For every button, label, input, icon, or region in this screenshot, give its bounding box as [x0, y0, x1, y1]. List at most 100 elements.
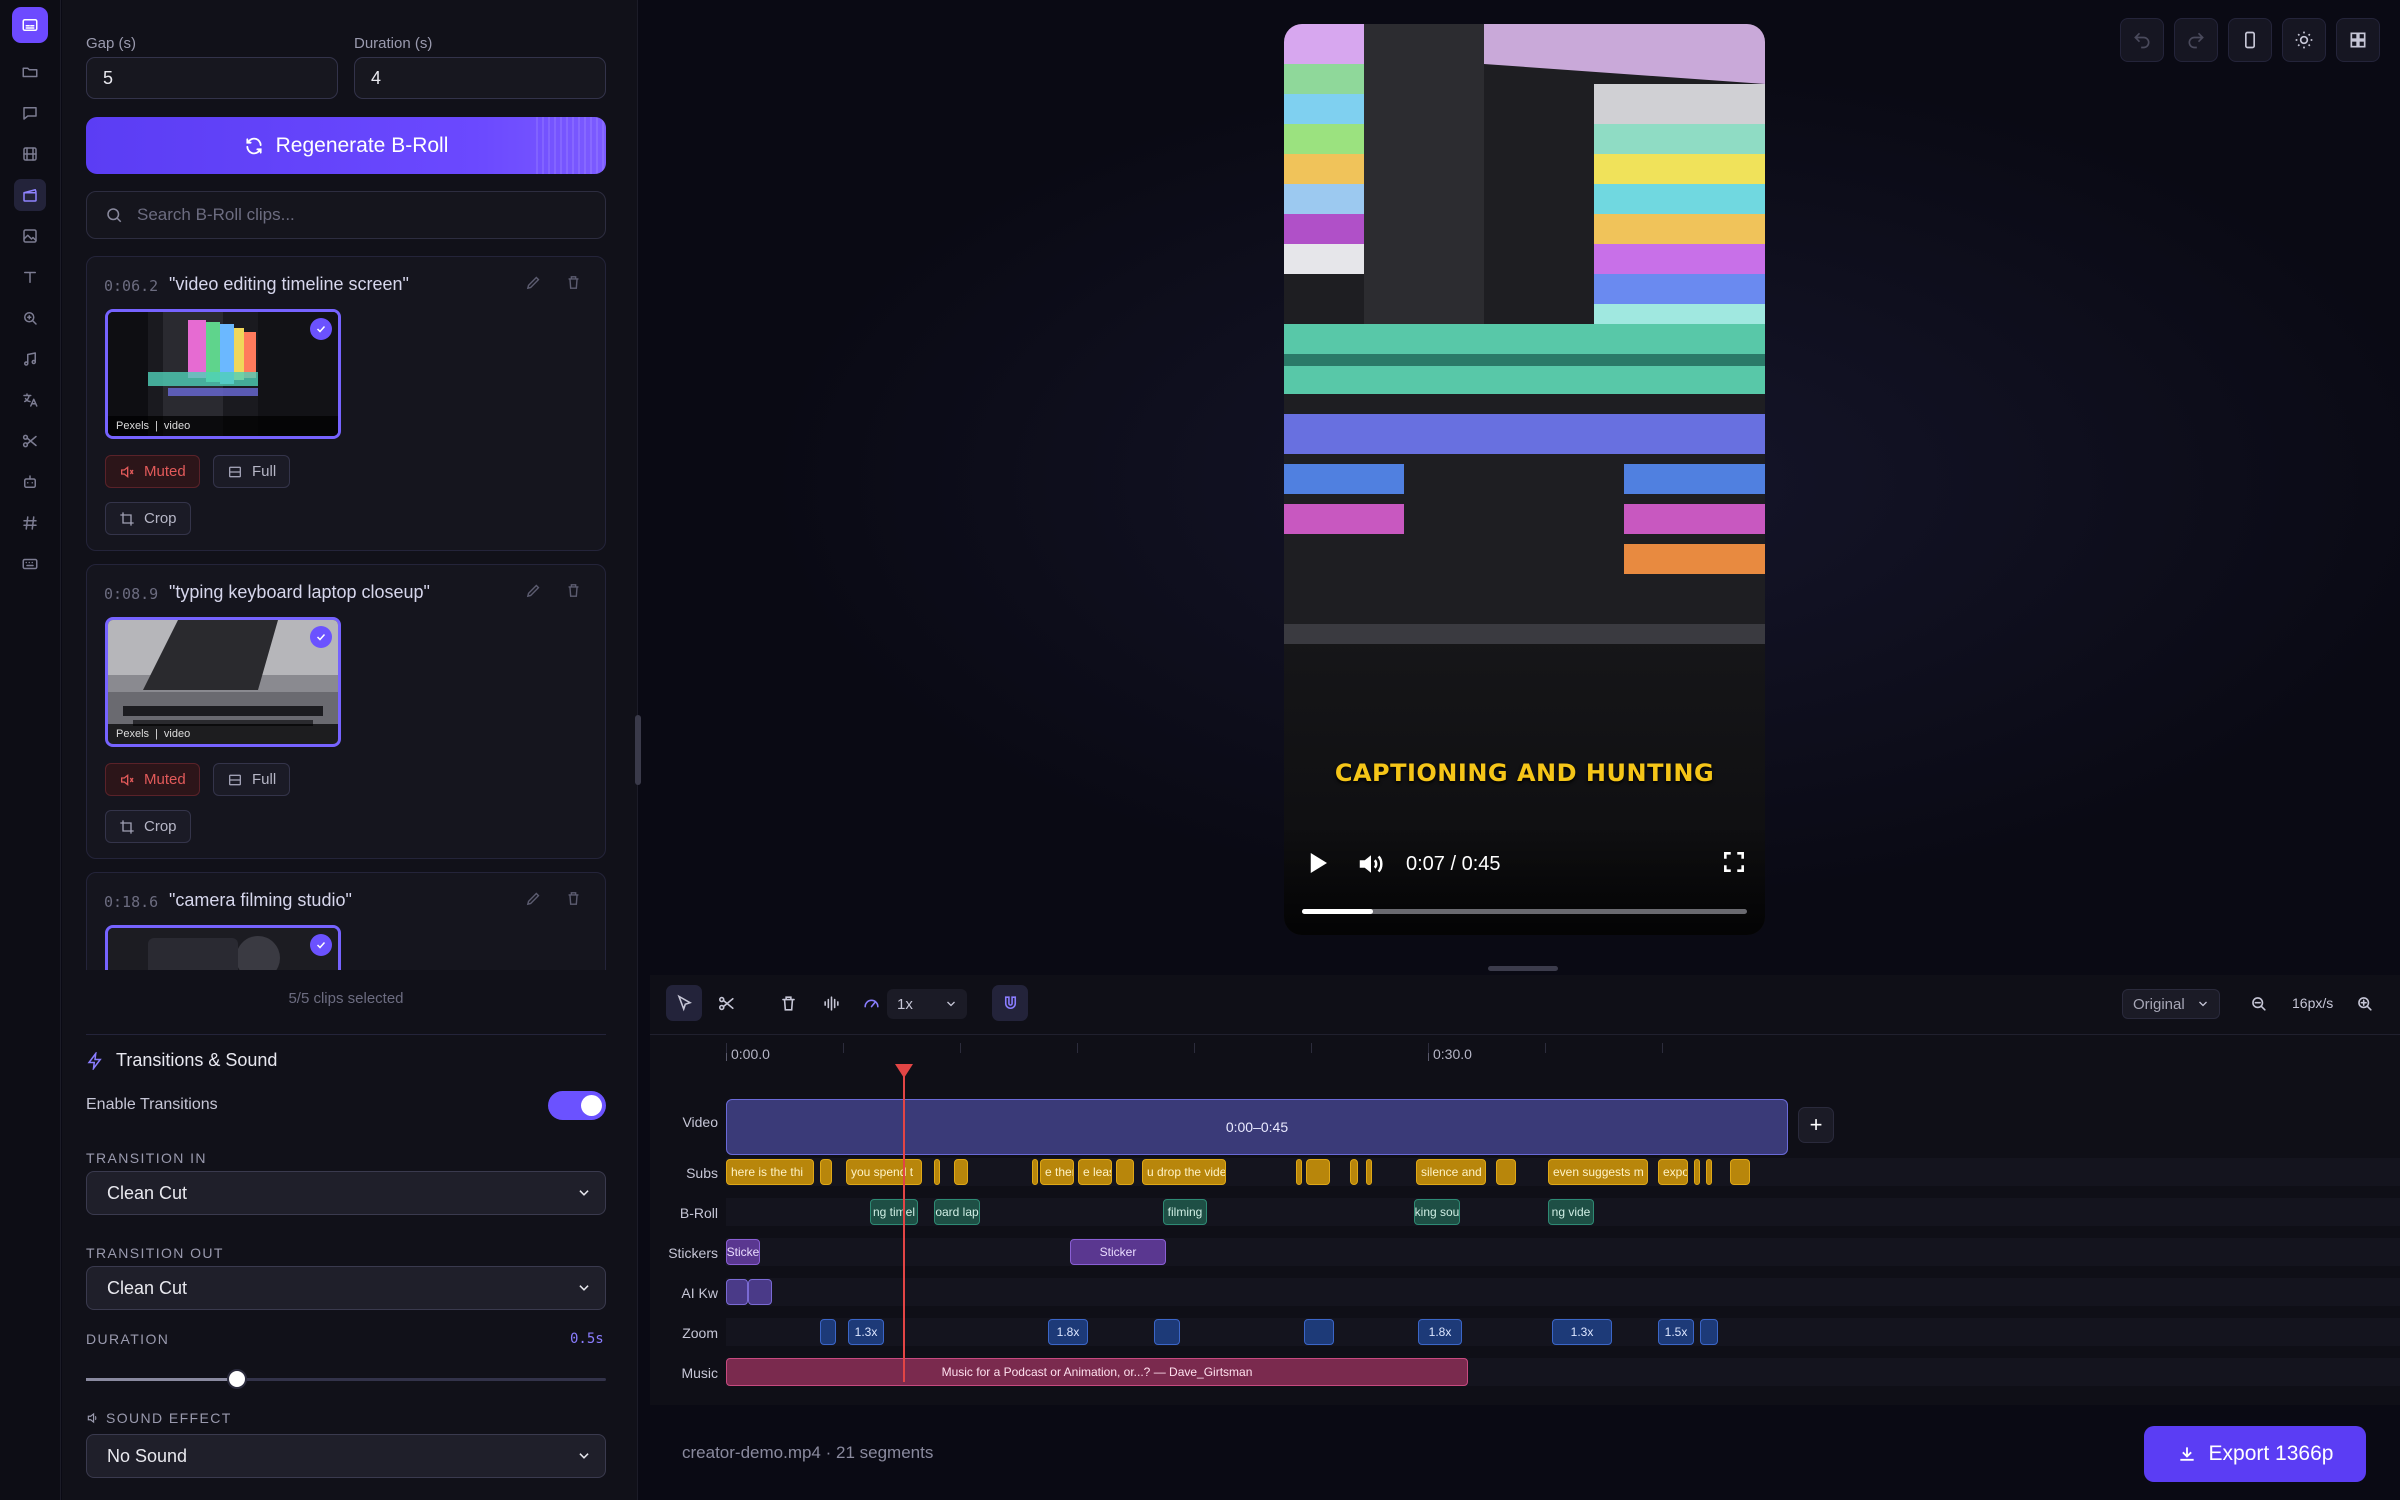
play-icon[interactable] — [1302, 848, 1332, 878]
clip-thumbnail[interactable]: Pexels | video — [105, 617, 341, 747]
magnet-snap-button[interactable] — [992, 985, 1028, 1021]
broll-clip-card[interactable]: 0:18.6 "camera filming studio" — [86, 872, 606, 970]
app-logo-icon[interactable] — [12, 7, 48, 43]
timeline-resize-handle[interactable] — [1488, 966, 1558, 971]
subtitle-clip[interactable] — [1296, 1159, 1302, 1185]
sticker-clip[interactable]: Sticker — [1070, 1239, 1166, 1265]
zoom-clip[interactable]: 1.8x — [1418, 1319, 1462, 1345]
select-tool-button[interactable] — [666, 985, 702, 1021]
image-icon[interactable] — [14, 220, 46, 252]
ai-keyword-clip[interactable] — [748, 1279, 772, 1305]
subtitle-clip[interactable]: e ther — [1040, 1159, 1074, 1185]
subtitle-clip[interactable]: you spend t — [846, 1159, 922, 1185]
undo-button[interactable] — [2120, 18, 2164, 62]
subtitle-clip[interactable]: here is the thi — [726, 1159, 814, 1185]
zoom-in-button[interactable] — [2346, 985, 2382, 1021]
broll-clip[interactable]: king sou — [1414, 1199, 1460, 1225]
clip-thumbnail[interactable] — [105, 925, 341, 970]
broll-clip[interactable]: ng timel — [870, 1199, 918, 1225]
edit-icon[interactable] — [525, 890, 543, 908]
folder-icon[interactable] — [14, 56, 46, 88]
subtitle-clip[interactable] — [1496, 1159, 1516, 1185]
zoom-clip[interactable] — [1700, 1319, 1718, 1345]
translate-icon[interactable] — [14, 384, 46, 416]
video-progress-bar[interactable] — [1302, 909, 1747, 914]
edit-icon[interactable] — [525, 582, 543, 600]
broll-clip[interactable]: oard lap — [934, 1199, 980, 1225]
theme-button[interactable] — [2282, 18, 2326, 62]
aspect-select[interactable]: Original — [2122, 989, 2220, 1019]
fullscreen-icon[interactable] — [1721, 849, 1747, 875]
subtitle-clip[interactable] — [934, 1159, 940, 1185]
add-clip-button[interactable]: + — [1798, 1107, 1834, 1143]
delete-button[interactable] — [770, 985, 806, 1021]
transition-in-select[interactable]: Clean Cut — [86, 1171, 606, 1215]
zoom-clip[interactable] — [1154, 1319, 1180, 1345]
crop-button[interactable]: Crop — [105, 502, 191, 535]
enable-transitions-toggle[interactable] — [548, 1091, 606, 1120]
layout-grid-button[interactable] — [2336, 18, 2380, 62]
music-icon[interactable] — [14, 343, 46, 375]
trash-icon[interactable] — [565, 274, 583, 292]
music-clip[interactable]: Music for a Podcast or Animation, or...?… — [726, 1358, 1468, 1386]
chat-icon[interactable] — [14, 97, 46, 129]
redo-button[interactable] — [2174, 18, 2218, 62]
zoom-clip[interactable] — [820, 1319, 836, 1345]
full-button[interactable]: Full — [213, 455, 291, 488]
duration-slider[interactable] — [86, 1369, 606, 1389]
clapper-icon[interactable] — [14, 179, 46, 211]
selected-check-icon[interactable] — [310, 626, 332, 648]
zoom-clip[interactable]: 1.3x — [848, 1319, 884, 1345]
scissors-icon[interactable] — [14, 425, 46, 457]
subtitle-clip[interactable]: even suggests m — [1548, 1159, 1648, 1185]
waveform-button[interactable] — [813, 985, 849, 1021]
broll-clip-card[interactable]: 0:08.9 "typing keyboard laptop closeup" … — [86, 564, 606, 859]
broll-search-input[interactable]: Search B-Roll clips... — [86, 191, 606, 239]
zoom-clip[interactable] — [1304, 1319, 1334, 1345]
zoom-clip[interactable]: 1.5x — [1658, 1319, 1694, 1345]
zoom-icon[interactable] — [14, 302, 46, 334]
hashtag-icon[interactable] — [14, 507, 46, 539]
subtitle-clip[interactable]: e leas — [1078, 1159, 1112, 1185]
regenerate-broll-button[interactable]: Regenerate B-Roll — [86, 117, 606, 174]
robot-icon[interactable] — [14, 466, 46, 498]
subtitle-clip[interactable] — [1730, 1159, 1750, 1185]
subtitle-clip[interactable] — [954, 1159, 968, 1185]
zoom-clip[interactable]: 1.8x — [1048, 1319, 1088, 1345]
volume-icon[interactable] — [1356, 849, 1386, 879]
broll-clip[interactable]: filming — [1163, 1199, 1207, 1225]
selected-check-icon[interactable] — [310, 318, 332, 340]
clip-thumbnail[interactable]: Pexels | video — [105, 309, 341, 439]
subtitle-clip[interactable]: expo — [1658, 1159, 1688, 1185]
edit-icon[interactable] — [525, 274, 543, 292]
subtitle-clip[interactable] — [1306, 1159, 1330, 1185]
zoom-clip[interactable]: 1.3x — [1552, 1319, 1612, 1345]
export-button[interactable]: Export 1366p — [2144, 1426, 2366, 1482]
speed-button[interactable] — [853, 985, 889, 1021]
subtitle-clip[interactable] — [1694, 1159, 1700, 1185]
subtitle-clip[interactable]: silence and — [1416, 1159, 1486, 1185]
sound-effect-select[interactable]: No Sound — [86, 1434, 606, 1478]
text-icon[interactable] — [14, 261, 46, 293]
crop-button[interactable]: Crop — [105, 810, 191, 843]
panel-resize-handle[interactable] — [635, 715, 641, 785]
full-button[interactable]: Full — [213, 763, 291, 796]
broll-clip-card[interactable]: 0:06.2 "video editing timeline screen" P… — [86, 256, 606, 551]
gap-input[interactable]: 5 — [86, 57, 338, 99]
ai-keyword-clip[interactable] — [726, 1279, 748, 1305]
playhead[interactable] — [895, 1064, 913, 1382]
subtitle-clip[interactable] — [1350, 1159, 1358, 1185]
muted-toggle-button[interactable]: Muted — [105, 763, 200, 796]
muted-toggle-button[interactable]: Muted — [105, 455, 200, 488]
subtitle-clip[interactable] — [1366, 1159, 1372, 1185]
subtitle-clip[interactable] — [1706, 1159, 1712, 1185]
zoom-out-button[interactable] — [2240, 985, 2276, 1021]
subtitle-clip[interactable] — [1116, 1159, 1134, 1185]
duration-input[interactable]: 4 — [354, 57, 606, 99]
transition-out-select[interactable]: Clean Cut — [86, 1266, 606, 1310]
phone-view-button[interactable] — [2228, 18, 2272, 62]
video-preview[interactable]: CAPTIONING AND HUNTING 0:07 / 0:45 — [1284, 24, 1765, 935]
subtitle-clip[interactable] — [820, 1159, 832, 1185]
trash-icon[interactable] — [565, 890, 583, 908]
broll-clip[interactable]: ng vide — [1548, 1199, 1594, 1225]
